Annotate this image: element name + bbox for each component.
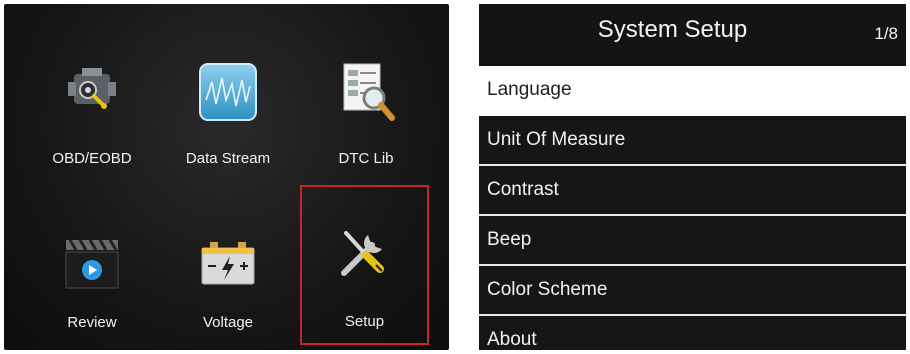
- menu-tile-review[interactable]: Review: [28, 196, 156, 346]
- setup-item-beep[interactable]: Beep: [479, 216, 906, 266]
- menu-tile-voltage[interactable]: Voltage: [164, 196, 292, 346]
- setup-menu-list: Language Unit Of Measure Contrast Beep C…: [479, 66, 906, 350]
- menu-tile-obd-eobd[interactable]: OBD/EOBD: [28, 22, 156, 172]
- setup-item-about[interactable]: About: [479, 316, 906, 350]
- menu-tile-label: Data Stream: [185, 150, 271, 167]
- title-bar: System Setup 1/8: [479, 4, 906, 64]
- page-indicator: 1/8: [874, 24, 898, 43]
- menu-tile-dtc-lib[interactable]: DTC Lib: [302, 22, 430, 172]
- menu-tile-label: DTC Lib: [338, 150, 394, 167]
- menu-tile-label: Setup: [344, 313, 385, 330]
- menu-tile-label: Voltage: [202, 314, 254, 331]
- data-stream-icon: [199, 63, 257, 121]
- main-menu-screen: OBD/EOBD Data Stream DTC Lib Review Volt…: [4, 4, 449, 350]
- battery-icon: [201, 242, 255, 285]
- page-title: System Setup: [597, 16, 748, 43]
- setup-item-contrast[interactable]: Contrast: [479, 166, 906, 216]
- menu-tile-setup[interactable]: Setup: [300, 185, 429, 345]
- wrench-screwdriver-icon: [341, 231, 384, 276]
- system-setup-screen: System Setup 1/8 Language Unit Of Measur…: [479, 4, 906, 350]
- setup-item-language[interactable]: Language: [479, 66, 906, 116]
- engine-icon: [68, 68, 116, 109]
- review-icon: [65, 239, 119, 289]
- menu-tile-label: OBD/EOBD: [52, 150, 132, 167]
- setup-item-color-scheme[interactable]: Color Scheme: [479, 266, 906, 316]
- setup-item-unit-of-measure[interactable]: Unit Of Measure: [479, 116, 906, 166]
- menu-tile-data-stream[interactable]: Data Stream: [164, 22, 292, 172]
- menu-tile-label: Review: [67, 314, 117, 331]
- dtc-lib-icon: [343, 63, 395, 121]
